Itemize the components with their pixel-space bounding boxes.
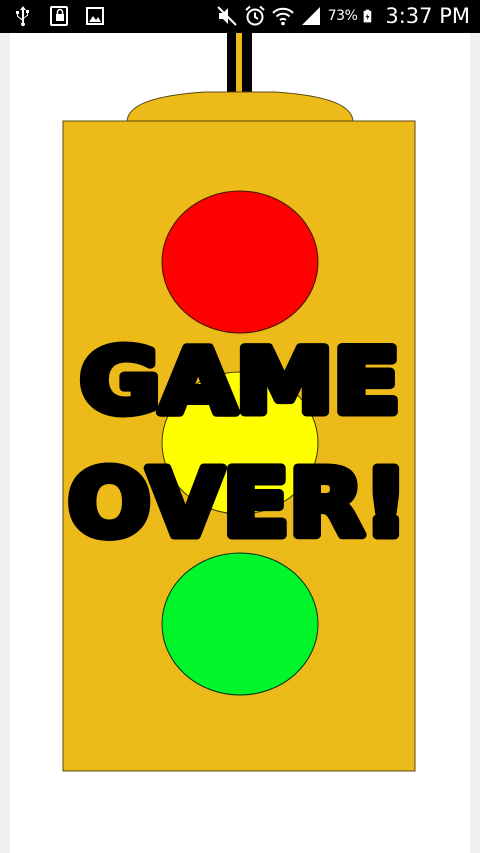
yellow-light[interactable] [161,371,319,515]
red-light[interactable] [161,190,319,334]
traffic-light-cap [126,91,354,123]
green-light[interactable] [161,552,319,696]
traffic-light-scene [62,33,416,772]
